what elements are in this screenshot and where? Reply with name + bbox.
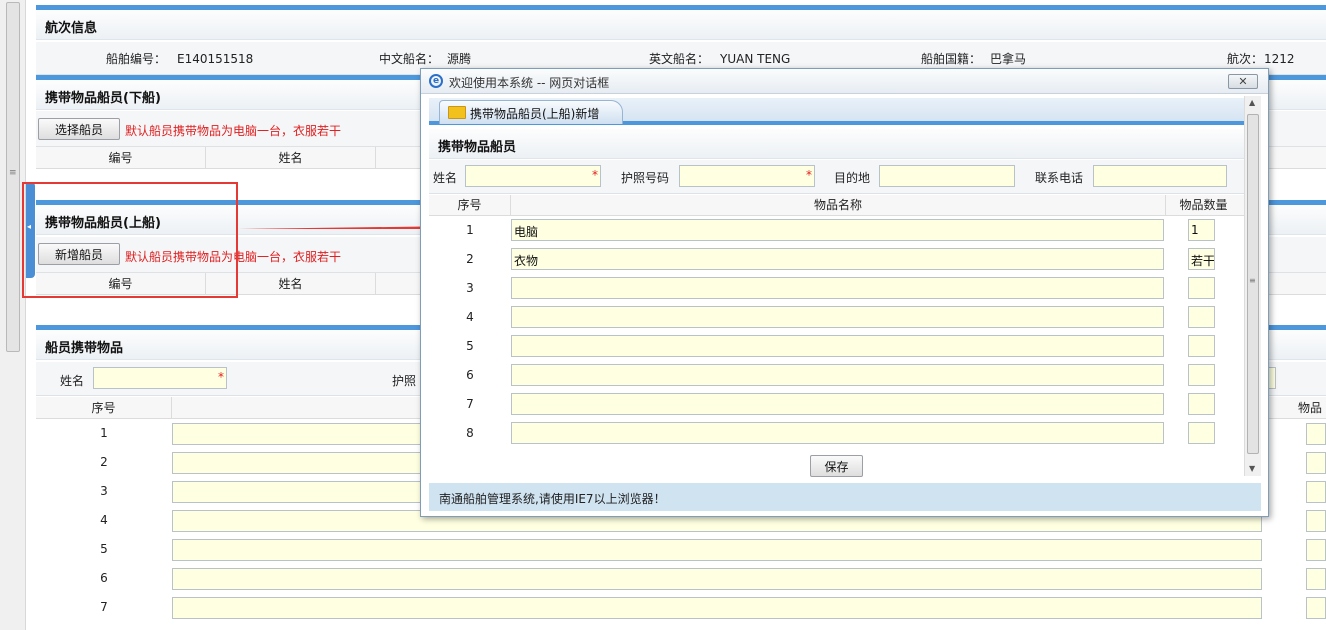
item-qty-input[interactable] <box>1188 335 1215 357</box>
item-name-input[interactable]: 电脑 <box>511 219 1164 241</box>
item-qty-input[interactable] <box>1306 452 1326 474</box>
row-seq: 7 <box>100 600 108 614</box>
scroll-up-icon[interactable]: ▲ <box>1249 98 1255 107</box>
dialog-tab-strip: 携带物品船员(上船)新增 <box>429 98 1252 125</box>
row-seq: 4 <box>466 310 474 324</box>
item-qty-input[interactable] <box>1188 422 1215 444</box>
row-seq: 3 <box>466 281 474 295</box>
item-qty-input[interactable]: 若干 <box>1188 248 1215 270</box>
item-name-input[interactable] <box>511 393 1164 415</box>
annotation-highlight-box <box>22 182 238 298</box>
tab-embark-add[interactable]: 携带物品船员(上船)新增 <box>439 100 623 124</box>
dialog-table-header: 序号 物品名称 物品数量 <box>429 195 1252 216</box>
save-button[interactable]: 保存 <box>810 455 863 477</box>
ship-no-label: 船舶编号： <box>106 52 167 66</box>
folder-icon <box>448 106 466 119</box>
name-input[interactable]: * <box>93 367 227 389</box>
dialog-content: 携带物品船员 姓名 * 护照号码 * 目的地 联系电话 序号 物品名称 物品数量… <box>429 129 1252 489</box>
dialog-status-bar: 南通船舶管理系统,请使用IE7以上浏览器！ <box>429 483 1261 511</box>
item-qty-input[interactable] <box>1188 306 1215 328</box>
item-qty-input[interactable] <box>1306 539 1326 561</box>
modal-dialog: e 欢迎使用本系统 -- 网页对话框 ✕ 携带物品船员(上船)新增 携带物品船员… <box>420 68 1269 517</box>
required-mark: * <box>592 168 598 182</box>
status-text: 南通船舶管理系统,请使用IE7以上浏览器！ <box>439 492 666 506</box>
dialog-section-title: 携带物品船员 <box>438 140 517 155</box>
dialog-section-header: 携带物品船员 <box>429 129 1252 159</box>
dialog-vertical-scrollbar[interactable]: ▲ ≡ ▼ <box>1244 96 1261 476</box>
col-header-seq: 序号 <box>429 195 511 216</box>
ie-logo-icon: e <box>429 74 443 88</box>
item-qty-input[interactable]: 1 <box>1188 219 1215 241</box>
item-qty-input[interactable] <box>1306 423 1326 445</box>
item-name-input[interactable] <box>511 364 1164 386</box>
item-qty-input[interactable] <box>1188 393 1215 415</box>
item-qty-input[interactable] <box>1188 364 1215 386</box>
row-seq: 5 <box>466 339 474 353</box>
section-title-voyage: 航次信息 <box>45 21 98 36</box>
disembark-note: 默认船员携带物品为电脑一台，衣服若干 <box>125 124 342 138</box>
scroll-down-icon[interactable]: ▼ <box>1249 464 1255 473</box>
item-name-value: 衣物 <box>514 254 539 268</box>
item-name-input[interactable]: 衣物 <box>511 248 1164 270</box>
dialog-phone-label: 联系电话 <box>1035 171 1084 185</box>
item-qty-input[interactable] <box>1306 568 1326 590</box>
col-header-seq: 序号 <box>36 397 172 419</box>
item-qty-input[interactable] <box>1306 597 1326 619</box>
row-seq: 6 <box>466 368 474 382</box>
item-name-input[interactable] <box>172 539 1262 561</box>
item-name-input[interactable] <box>511 335 1164 357</box>
row-seq: 2 <box>100 455 108 469</box>
row-seq: 2 <box>466 252 474 266</box>
row-seq: 3 <box>100 484 108 498</box>
item-name-input[interactable] <box>172 568 1262 590</box>
section-title-crew-items: 船员携带物品 <box>45 341 124 356</box>
voyage-info-header: 航次信息 <box>36 10 1326 40</box>
col-header-qty: 物品 <box>1298 401 1323 415</box>
dialog-destination-label: 目的地 <box>834 171 871 185</box>
close-icon[interactable]: ✕ <box>1228 74 1258 89</box>
item-name-input[interactable] <box>172 597 1262 619</box>
col-header-no: 编号 <box>36 147 206 169</box>
row-seq: 5 <box>100 542 108 556</box>
row-seq: 7 <box>466 397 474 411</box>
item-qty-input[interactable] <box>1306 510 1326 532</box>
item-qty-value: 若干 <box>1191 254 1215 268</box>
item-qty-input[interactable] <box>1188 277 1215 299</box>
col-header-qty: 物品数量 <box>1179 198 1228 212</box>
item-name-value: 电脑 <box>514 225 539 239</box>
dialog-name-label: 姓名 <box>433 171 458 185</box>
col-header-item: 物品名称 <box>511 195 1166 216</box>
item-qty-input[interactable] <box>1306 481 1326 503</box>
scroll-grip-icon: ≡ <box>1249 276 1256 285</box>
item-qty-value: 1 <box>1191 223 1199 237</box>
dialog-name-input[interactable]: * <box>465 165 601 187</box>
dialog-destination-input[interactable] <box>879 165 1015 187</box>
select-crew-button[interactable]: 选择船员 <box>38 118 120 140</box>
dialog-phone-input[interactable] <box>1093 165 1227 187</box>
required-mark: * <box>218 370 224 384</box>
section-title-disembark: 携带物品船员(下船) <box>45 91 161 106</box>
item-name-input[interactable] <box>511 306 1164 328</box>
item-name-input[interactable] <box>511 422 1164 444</box>
col-header-name: 姓名 <box>206 147 376 169</box>
name-label: 姓名 <box>60 374 85 388</box>
tab-label: 携带物品船员(上船)新增 <box>470 107 600 121</box>
row-seq: 8 <box>466 426 474 440</box>
row-seq: 1 <box>100 426 108 440</box>
dialog-passport-label: 护照号码 <box>621 171 670 185</box>
row-seq: 4 <box>100 513 108 527</box>
scroll-grip-icon: ≡ <box>9 168 17 178</box>
row-seq: 1 <box>466 223 474 237</box>
item-name-input[interactable] <box>511 277 1164 299</box>
dialog-window-title: 欢迎使用本系统 -- 网页对话框 <box>449 76 610 90</box>
dialog-passport-input[interactable]: * <box>679 165 815 187</box>
required-mark: * <box>806 168 812 182</box>
page-vertical-scrollbar[interactable]: ≡ <box>0 0 26 630</box>
row-seq: 6 <box>100 571 108 585</box>
ship-no-value: E140151518 <box>177 52 254 66</box>
passport-label: 护照 <box>392 374 417 388</box>
